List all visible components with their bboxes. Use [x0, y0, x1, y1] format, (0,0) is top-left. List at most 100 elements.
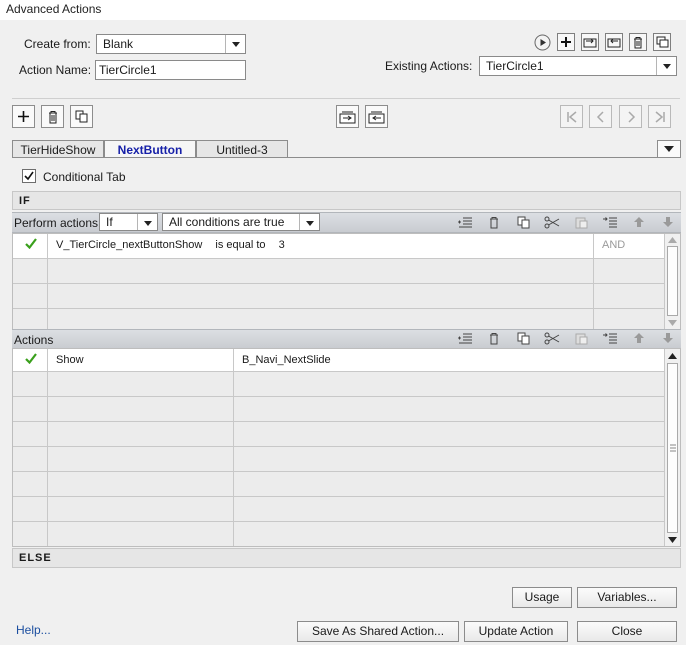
- paste-row-button[interactable]: [572, 331, 590, 345]
- table-row[interactable]: [13, 497, 665, 522]
- action-cell[interactable]: [48, 497, 234, 521]
- insert-row-button[interactable]: [456, 331, 474, 345]
- table-row[interactable]: [13, 447, 665, 472]
- create-from-select[interactable]: Blank: [96, 34, 246, 54]
- cut-row-button[interactable]: [543, 331, 561, 345]
- action-cell[interactable]: [48, 422, 234, 446]
- row-status-cell: [13, 284, 48, 308]
- action-cell[interactable]: [48, 472, 234, 496]
- table-row[interactable]: [13, 372, 665, 397]
- help-link[interactable]: Help...: [16, 623, 51, 637]
- condition-cell[interactable]: [48, 259, 594, 283]
- action-name-input[interactable]: TierCircle1: [95, 60, 246, 80]
- export-icon: [368, 111, 385, 123]
- scroll-up-icon[interactable]: [668, 237, 677, 243]
- export-action-button[interactable]: [605, 33, 623, 51]
- else-section-header[interactable]: ELSE: [12, 548, 681, 568]
- action-target-cell[interactable]: [234, 447, 665, 471]
- action-target-cell[interactable]: [234, 472, 665, 496]
- move-down-button[interactable]: [659, 215, 677, 229]
- condition-conjunction[interactable]: [594, 284, 665, 308]
- first-tab-button[interactable]: [560, 105, 583, 128]
- table-row[interactable]: [13, 397, 665, 422]
- condition-conjunction[interactable]: [594, 309, 665, 329]
- condition-conjunction[interactable]: [594, 259, 665, 283]
- move-up-button[interactable]: [630, 331, 648, 345]
- action-cell[interactable]: [48, 522, 234, 546]
- last-tab-button[interactable]: [648, 105, 671, 128]
- cut-row-button[interactable]: [543, 215, 561, 229]
- condition-conjunction[interactable]: AND: [594, 234, 665, 258]
- action-cell[interactable]: [48, 397, 234, 421]
- insert-above-button[interactable]: [601, 331, 619, 345]
- insert-above-button[interactable]: [601, 215, 619, 229]
- variables-button[interactable]: Variables...: [577, 587, 677, 608]
- usage-button[interactable]: Usage: [512, 587, 572, 608]
- save-as-shared-action-button[interactable]: Save As Shared Action...: [297, 621, 459, 642]
- action-cell[interactable]: Show: [48, 349, 234, 371]
- prev-tab-button[interactable]: [589, 105, 612, 128]
- existing-actions-select[interactable]: TierCircle1: [479, 56, 677, 76]
- duplicate-action-button[interactable]: [653, 33, 671, 51]
- condition-value[interactable]: 3: [279, 239, 285, 251]
- action-cell[interactable]: [48, 447, 234, 471]
- insert-row-button[interactable]: [456, 215, 474, 229]
- move-up-button[interactable]: [630, 215, 648, 229]
- action-target-cell[interactable]: [234, 372, 665, 396]
- table-row[interactable]: [13, 472, 665, 497]
- preview-play-button[interactable]: [533, 33, 552, 52]
- delete-action-button[interactable]: [629, 33, 647, 51]
- paste-row-button[interactable]: [572, 215, 590, 229]
- perform-if-select[interactable]: If: [99, 213, 158, 231]
- table-row[interactable]: [13, 309, 665, 329]
- new-action-button[interactable]: [557, 33, 575, 51]
- scroll-down-icon[interactable]: [668, 537, 677, 543]
- delete-row-button[interactable]: [485, 215, 503, 229]
- delete-row-button[interactable]: [485, 331, 503, 345]
- conditions-scrollbar[interactable]: [664, 234, 680, 329]
- action-target-cell[interactable]: [234, 397, 665, 421]
- conditions-select[interactable]: All conditions are true: [162, 213, 320, 231]
- row-status-cell: [13, 309, 48, 329]
- delete-icon: [490, 332, 498, 344]
- export-icon: [607, 38, 621, 48]
- copy-row-button[interactable]: [514, 331, 532, 345]
- tab-tierhideshow[interactable]: TierHideShow: [12, 140, 104, 158]
- table-row[interactable]: [13, 259, 665, 284]
- table-row[interactable]: Show B_Navi_NextSlide: [13, 349, 665, 372]
- tabs-dropdown-button[interactable]: [657, 140, 681, 158]
- condition-cell[interactable]: V_TierCircle_nextButtonShow is equal to …: [48, 234, 594, 258]
- add-tab-button[interactable]: [12, 105, 35, 128]
- table-row[interactable]: [13, 422, 665, 447]
- duplicate-tab-button[interactable]: [70, 105, 93, 128]
- scrollbar-thumb[interactable]: [667, 246, 678, 316]
- update-action-button[interactable]: Update Action: [464, 621, 568, 642]
- action-target-cell[interactable]: [234, 422, 665, 446]
- conditional-tab-checkbox[interactable]: [22, 169, 36, 183]
- action-target-cell[interactable]: [234, 497, 665, 521]
- tab-nextbutton[interactable]: NextButton: [104, 140, 196, 158]
- close-button[interactable]: Close: [577, 621, 677, 642]
- action-cell[interactable]: [48, 372, 234, 396]
- next-tab-button[interactable]: [619, 105, 642, 128]
- table-row[interactable]: [13, 284, 665, 309]
- import-action-button[interactable]: [581, 33, 599, 51]
- condition-cell[interactable]: [48, 309, 594, 329]
- condition-cell[interactable]: [48, 284, 594, 308]
- condition-variable[interactable]: V_TierCircle_nextButtonShow: [56, 239, 202, 251]
- scrollbar-thumb[interactable]: [667, 363, 678, 533]
- table-row[interactable]: [13, 522, 665, 546]
- move-down-button[interactable]: [659, 331, 677, 345]
- scroll-up-icon[interactable]: [668, 353, 677, 359]
- import-tab-button[interactable]: [336, 105, 359, 128]
- copy-row-button[interactable]: [514, 215, 532, 229]
- tab-untitled-3[interactable]: Untitled-3: [196, 140, 288, 158]
- action-target-cell[interactable]: [234, 522, 665, 546]
- table-row[interactable]: V_TierCircle_nextButtonShow is equal to …: [13, 234, 665, 259]
- scroll-down-icon[interactable]: [668, 320, 677, 326]
- action-target-cell[interactable]: B_Navi_NextSlide: [234, 349, 665, 371]
- export-tab-button[interactable]: [365, 105, 388, 128]
- condition-operator[interactable]: is equal to: [215, 239, 265, 251]
- actions-scrollbar[interactable]: [664, 349, 680, 546]
- delete-tab-button[interactable]: [41, 105, 64, 128]
